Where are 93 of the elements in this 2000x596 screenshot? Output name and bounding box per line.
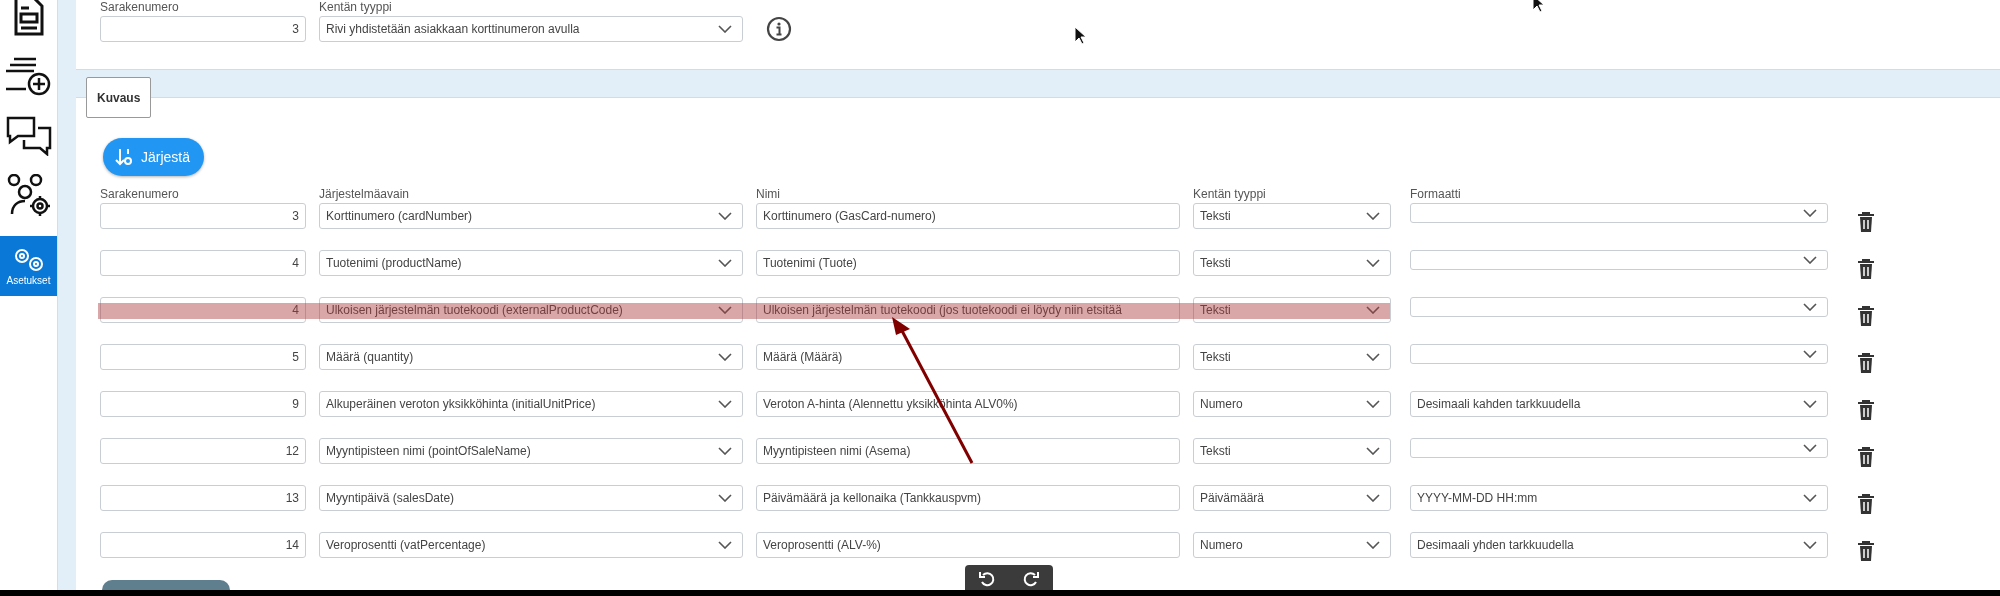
select-field[interactable]: Teksti [1193, 297, 1391, 323]
list-add-icon [5, 56, 52, 96]
delete-icon[interactable] [1857, 352, 1875, 374]
select-field[interactable]: Määrä (quantity) [319, 344, 743, 370]
select-field[interactable]: Numero [1193, 532, 1391, 558]
number-field[interactable]: 3 [100, 16, 306, 42]
select-field[interactable]: Korttinumero (cardNumber) [319, 203, 743, 229]
chevron-down-icon [718, 306, 732, 314]
delete-icon[interactable] [1857, 493, 1875, 515]
chevron-down-icon [1803, 541, 1817, 549]
number-field[interactable]: 4 [100, 250, 306, 276]
chevron-down-icon [1803, 350, 1817, 358]
number-field[interactable]: 12 [100, 438, 306, 464]
undo-icon[interactable] [978, 569, 996, 587]
users-gear-icon [5, 174, 52, 218]
column-header: Nimi [756, 187, 781, 201]
select-field[interactable]: Desimaali kahden tarkkuudella [1410, 391, 1828, 417]
number-field[interactable]: 5 [100, 344, 306, 370]
select-field[interactable] [1410, 438, 1828, 458]
number-field[interactable]: 3 [100, 203, 306, 229]
select-field[interactable]: Numero [1193, 391, 1391, 417]
button-background[interactable] [102, 580, 230, 590]
redo-icon[interactable] [1022, 569, 1040, 587]
chevron-down-icon [1803, 303, 1817, 311]
field-label: Kentän tyyppi [319, 0, 393, 14]
chevron-down-icon [718, 25, 732, 33]
column-header: Formaatti [1410, 187, 1462, 201]
select-field[interactable]: Desimaali yhden tarkkuudella [1410, 532, 1828, 558]
chevron-down-icon [1366, 541, 1380, 549]
delete-icon[interactable] [1857, 258, 1875, 280]
select-field[interactable]: Rivi yhdistetään asiakkaan korttinumeron avulla [319, 16, 743, 42]
select-field[interactable]: Ulkoisen järjestelmän tuotekoodi (externalProductCode) [319, 297, 743, 323]
chevron-down-icon [718, 541, 732, 549]
chevron-down-icon [1366, 306, 1380, 314]
sidebar-item[interactable]: Asetukset [0, 236, 57, 296]
info-icon[interactable] [766, 16, 792, 42]
chevron-down-icon [1366, 494, 1380, 502]
select-field[interactable]: Teksti [1193, 250, 1391, 276]
select-field[interactable] [1410, 250, 1828, 270]
select-field[interactable] [1410, 344, 1828, 364]
chat-icon [5, 116, 52, 156]
number-field[interactable]: 14 [100, 532, 306, 558]
chevron-down-icon [1803, 494, 1817, 502]
chevron-down-icon [1366, 447, 1380, 455]
chevron-down-icon [1366, 400, 1380, 408]
select-field[interactable]: Myyntipäivä (salesDate) [319, 485, 743, 511]
chevron-down-icon [718, 447, 732, 455]
chevron-down-icon [1803, 209, 1817, 217]
select-field[interactable]: Päivämäärä [1193, 485, 1391, 511]
name-field[interactable]: Tuotenimi (Tuote) [756, 250, 1180, 276]
delete-icon[interactable] [1857, 540, 1875, 562]
delete-icon[interactable] [1857, 446, 1875, 468]
select-field[interactable]: Teksti [1193, 438, 1391, 464]
number-field[interactable]: 13 [100, 485, 306, 511]
chevron-down-icon [718, 400, 732, 408]
chevron-down-icon [1803, 444, 1817, 452]
select-field[interactable]: Tuotenimi (productName) [319, 250, 743, 276]
select-field[interactable]: Myyntipisteen nimi (pointOfSaleName) [319, 438, 743, 464]
name-field[interactable]: Veroprosentti (ALV-%) [756, 532, 1180, 558]
name-field[interactable]: Määrä (Määrä) [756, 344, 1180, 370]
chevron-down-icon [1366, 353, 1380, 361]
chevron-down-icon [1803, 256, 1817, 264]
tab[interactable]: Kuvaus [86, 77, 152, 118]
chevron-down-icon [1366, 259, 1380, 267]
document-icon [12, 0, 45, 36]
chevron-down-icon [1803, 400, 1817, 408]
name-field[interactable]: Korttinumero (GasCard-numero) [756, 203, 1180, 229]
sort-icon [115, 147, 133, 167]
name-field[interactable]: Ulkoisen järjestelmän tuotekoodi (jos tuotekoodi ei löydy niin etsitää [756, 297, 1180, 323]
chevron-down-icon [718, 494, 732, 502]
select-field[interactable]: Veroprosentti (vatPercentage) [319, 532, 743, 558]
select-field[interactable]: YYYY-MM-DD HH:mm [1410, 485, 1828, 511]
chevron-down-icon [718, 212, 732, 220]
select-field[interactable]: Alkuperäinen veroton yksikköhinta (initialUnitPrice) [319, 391, 743, 417]
select-field[interactable] [1410, 297, 1828, 317]
chevron-down-icon [718, 353, 732, 361]
column-header: Kentän tyyppi [1193, 187, 1267, 201]
number-field[interactable]: 4 [100, 297, 306, 323]
select-field[interactable]: Teksti [1193, 344, 1391, 370]
pointer-cursor-icon [1074, 26, 1088, 46]
delete-icon[interactable] [1857, 211, 1875, 233]
number-field[interactable]: 9 [100, 391, 306, 417]
name-field[interactable]: Päivämäärä ja kellonaika (Tankkauspvm) [756, 485, 1180, 511]
delete-icon[interactable] [1857, 305, 1875, 327]
column-header: Järjestelmäavain [319, 187, 411, 201]
column-header: Sarakenumero [100, 187, 180, 201]
select-field[interactable]: Teksti [1193, 203, 1391, 229]
name-field[interactable]: Myyntipisteen nimi (Asema) [756, 438, 1180, 464]
chevron-down-icon [718, 259, 732, 267]
delete-icon[interactable] [1857, 399, 1875, 421]
chevron-down-icon [1366, 212, 1380, 220]
field-label: Sarakenumero [100, 0, 180, 14]
select-field[interactable] [1410, 203, 1828, 223]
